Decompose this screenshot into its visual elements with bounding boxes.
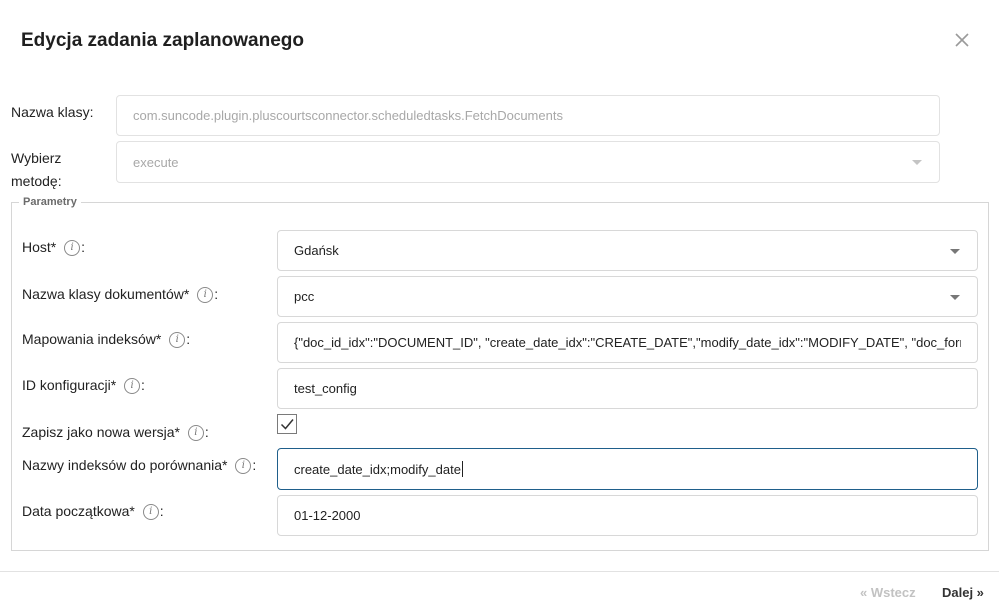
info-icon[interactable]: i [197,287,214,304]
start-date-label: Data początkowa* i: [22,500,164,522]
config-id-value: test_config [294,381,357,396]
class-name-label: Nazwa klasy: [11,104,94,120]
method-select[interactable]: execute [116,141,940,183]
index-mapping-label-text: Mapowania indeksów* [22,331,162,347]
save-new-version-checkbox[interactable] [277,414,297,434]
chevron-down-icon [950,248,960,254]
config-id-label: ID konfiguracji* i: [22,374,145,396]
chevron-down-icon [912,160,922,165]
start-date-label-text: Data początkowa* [22,503,135,519]
method-label-line1: Wybierz [11,150,62,166]
info-icon[interactable]: i [142,504,159,521]
compare-indexes-input[interactable]: create_date_idx;modify_date [277,448,978,490]
config-id-label-text: ID konfiguracji* [22,377,117,393]
chevron-down-icon [950,294,960,300]
method-value: execute [133,154,179,170]
method-label-line2: metodę: [11,173,62,189]
close-icon [955,33,969,47]
doc-class-label: Nazwa klasy dokumentów* i: [22,283,218,305]
info-icon[interactable]: i [124,378,141,395]
next-button[interactable]: Dalej » [942,585,984,600]
parameters-legend: Parametry [23,196,77,208]
doc-class-label-text: Nazwa klasy dokumentów* [22,286,190,302]
info-icon[interactable]: i [187,425,204,442]
compare-indexes-label: Nazwy indeksów do porównania* i: [22,454,256,476]
checkmark-icon [280,419,294,430]
save-new-version-label: Zapisz jako nowa wersja* i: [22,421,209,443]
host-label-colon: : [81,239,86,255]
doc-class-value: pcc [294,289,315,304]
doc-class-select[interactable]: pcc [277,276,978,317]
save-new-version-label-text: Zapisz jako nowa wersja* [22,424,180,440]
dialog-title: Edycja zadania zaplanowanego [21,30,304,51]
scheduled-task-edit-dialog: Edycja zadania zaplanowanego Nazwa klasy… [0,0,999,610]
start-date-label-colon: : [159,503,164,519]
info-icon[interactable]: i [235,458,252,475]
class-name-field[interactable]: com.suncode.plugin.pluscourtsconnector.s… [116,95,940,136]
config-id-input[interactable]: test_config [277,368,978,409]
compare-indexes-label-colon: : [252,457,257,473]
host-select[interactable]: Gdańsk [277,230,978,271]
compare-indexes-value: create_date_idx;modify_date [294,461,461,477]
text-cursor [461,461,463,477]
close-button[interactable] [951,29,973,51]
index-mapping-value: {"doc_id_idx":"DOCUMENT_ID", "create_dat… [294,335,961,350]
config-id-label-colon: : [141,377,145,393]
host-label: Host* i: [22,236,85,258]
info-icon[interactable]: i [64,240,81,257]
class-name-value: com.suncode.plugin.pluscourtsconnector.s… [133,108,563,123]
compare-indexes-label-text: Nazwy indeksów do porównania* [22,457,228,473]
index-mapping-label: Mapowania indeksów* i: [22,328,190,350]
doc-class-label-colon: : [214,286,219,302]
save-new-version-label-colon: : [204,424,209,440]
footer-divider [0,571,999,572]
host-label-text: Host* [22,239,57,255]
start-date-value: 01-12-2000 [294,508,361,523]
start-date-input[interactable]: 01-12-2000 [277,495,978,536]
index-mapping-label-colon: : [186,331,191,347]
info-icon[interactable]: i [169,332,186,349]
back-button[interactable]: « Wstecz [860,585,916,600]
index-mapping-input[interactable]: {"doc_id_idx":"DOCUMENT_ID", "create_dat… [277,322,978,363]
host-value: Gdańsk [294,243,339,258]
